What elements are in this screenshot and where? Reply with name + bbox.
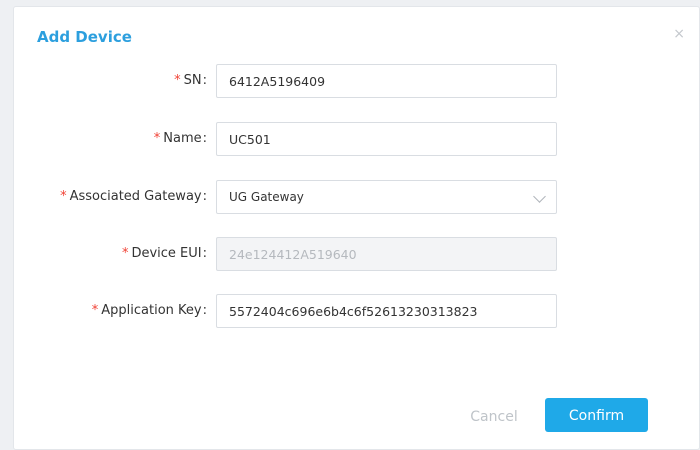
name-input[interactable] — [216, 122, 557, 156]
label-colon: : — [202, 131, 207, 146]
app-key-input[interactable] — [216, 294, 557, 328]
label-colon: : — [202, 246, 207, 261]
gateway-select[interactable]: UG Gateway — [216, 180, 557, 214]
gateway-label-text: Associated Gateway — [69, 189, 202, 204]
name-label: * Name: — [14, 122, 207, 156]
device-eui-label-text: Device EUI — [131, 246, 202, 261]
confirm-button[interactable]: Confirm — [545, 398, 648, 432]
dialog-title: Add Device — [37, 28, 132, 46]
app-key-label-text: Application Key — [101, 303, 202, 318]
device-eui-input — [216, 237, 557, 271]
required-mark: * — [153, 131, 161, 146]
required-mark: * — [174, 73, 181, 88]
sn-input[interactable] — [216, 64, 557, 98]
label-colon: : — [202, 189, 207, 204]
add-device-dialog: Add Device × *SN: *Name: *Associated Gat… — [13, 6, 700, 450]
device-eui-label: * Device EUI: — [14, 237, 207, 271]
sn-label: * SN: — [14, 64, 207, 98]
app-key-label: * Application Key: — [14, 294, 207, 328]
close-icon[interactable]: × — [673, 27, 685, 41]
required-mark: * — [91, 303, 99, 318]
label-colon: : — [202, 303, 207, 318]
gateway-label: * Associated Gateway: — [14, 180, 207, 214]
name-label-text: Name — [163, 131, 202, 146]
chevron-down-icon — [533, 190, 546, 203]
cancel-button[interactable]: Cancel — [454, 399, 534, 433]
sn-label-text: SN — [183, 73, 202, 88]
required-mark: * — [121, 246, 129, 261]
required-mark: * — [60, 189, 67, 204]
label-colon: : — [202, 73, 207, 88]
gateway-select-value: UG Gateway — [229, 190, 304, 204]
